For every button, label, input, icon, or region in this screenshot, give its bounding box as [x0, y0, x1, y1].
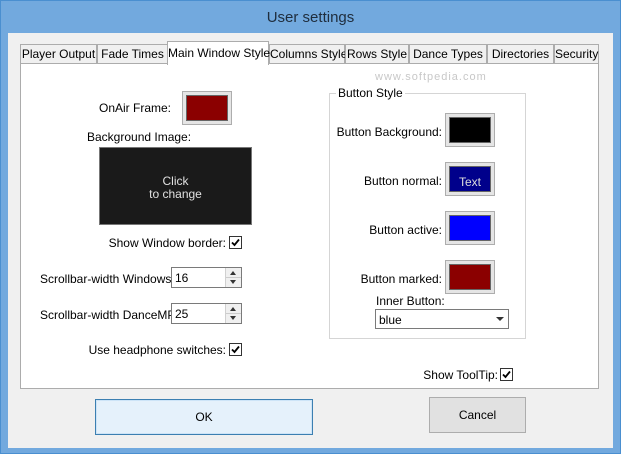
button-normal-color-button[interactable]: Text: [445, 162, 495, 196]
spin-up-icon[interactable]: [226, 268, 241, 278]
tab-main-window-style[interactable]: Main Window Style: [167, 41, 270, 65]
scrollbar-width-dancemp-value: 25: [175, 307, 189, 321]
chevron-down-icon: [492, 310, 508, 328]
inner-button-value: blue: [379, 313, 402, 327]
button-active-color-swatch: [449, 215, 491, 241]
tab-panel-main-window-style: www.softpedia.com OnAir Frame: Backgroun…: [20, 63, 599, 389]
onair-frame-color-button[interactable]: [182, 91, 232, 125]
spinner-buttons: [225, 304, 241, 323]
window-title: User settings: [266, 9, 355, 26]
headphone-switches-label: Use headphone switches:: [88, 343, 226, 357]
show-tooltip-checkbox[interactable]: [500, 368, 513, 381]
show-window-border-checkbox[interactable]: [229, 236, 242, 249]
show-window-border-label: Show Window border:: [108, 236, 226, 250]
tab-columns-style[interactable]: Columns Style: [269, 44, 347, 64]
dialog-client-area: Player Output Fade Times Main Window Sty…: [8, 33, 613, 448]
spin-down-icon[interactable]: [226, 314, 241, 323]
tab-dance-types[interactable]: Dance Types: [409, 44, 487, 64]
button-marked-color-button[interactable]: [445, 260, 495, 294]
window-frame-right: [613, 33, 620, 447]
scrollbar-width-windows-spinner[interactable]: 16: [171, 267, 242, 288]
button-marked-color-swatch: [449, 264, 491, 290]
show-tooltip-label: Show ToolTip:: [423, 368, 498, 382]
button-background-label: Button Background:: [336, 125, 442, 139]
window-frame-left: [1, 33, 8, 447]
scrollbar-width-dancemp-label: Scrollbar-width DanceMP:: [40, 308, 179, 322]
scrollbar-width-dancemp-spinner[interactable]: 25: [171, 303, 242, 324]
cancel-button[interactable]: Cancel: [429, 397, 526, 433]
onair-frame-color-swatch: [186, 95, 228, 121]
inner-button-label: Inner Button:: [376, 294, 445, 308]
button-style-group: Button Style Button Background: Button n…: [329, 86, 526, 339]
watermark: www.softpedia.com: [375, 71, 487, 83]
background-image-hint-line2: to change: [149, 187, 202, 201]
user-settings-window: User settings Player Output Fade Times M…: [0, 0, 621, 454]
headphone-switches-checkbox[interactable]: [229, 343, 242, 356]
button-active-label: Button active:: [369, 223, 442, 237]
button-normal-label: Button normal:: [363, 174, 442, 188]
scrollbar-width-windows-label: Scrollbar-width Windows :: [40, 272, 179, 286]
scrollbar-width-windows-value: 16: [175, 271, 189, 285]
spin-up-icon[interactable]: [226, 304, 241, 314]
background-image-label: Background Image:: [87, 130, 192, 144]
tab-player-output[interactable]: Player Output: [20, 44, 97, 64]
button-normal-color-swatch: Text: [449, 166, 491, 192]
spin-down-icon[interactable]: [226, 278, 241, 287]
button-active-color-button[interactable]: [445, 211, 495, 245]
onair-frame-label: OnAir Frame:: [98, 101, 171, 115]
checkmark-icon: [231, 345, 240, 354]
title-bar[interactable]: User settings: [1, 1, 620, 33]
button-marked-label: Button marked:: [360, 272, 442, 286]
button-background-color-button[interactable]: [445, 113, 495, 147]
button-style-legend: Button Style: [336, 86, 405, 100]
checkmark-icon: [502, 370, 511, 379]
checkmark-icon: [231, 238, 240, 247]
tab-directories[interactable]: Directories: [487, 44, 554, 64]
spinner-buttons: [225, 268, 241, 287]
tab-fade-times[interactable]: Fade Times: [97, 44, 168, 64]
tab-rows-style[interactable]: Rows Style: [345, 44, 409, 64]
inner-button-select[interactable]: blue: [375, 309, 509, 329]
tab-security[interactable]: Security: [554, 44, 599, 64]
background-image-picker[interactable]: Click to change: [99, 147, 252, 225]
button-normal-sample-text: Text: [458, 175, 481, 189]
button-background-color-swatch: [449, 117, 491, 143]
ok-button[interactable]: OK: [95, 399, 313, 435]
